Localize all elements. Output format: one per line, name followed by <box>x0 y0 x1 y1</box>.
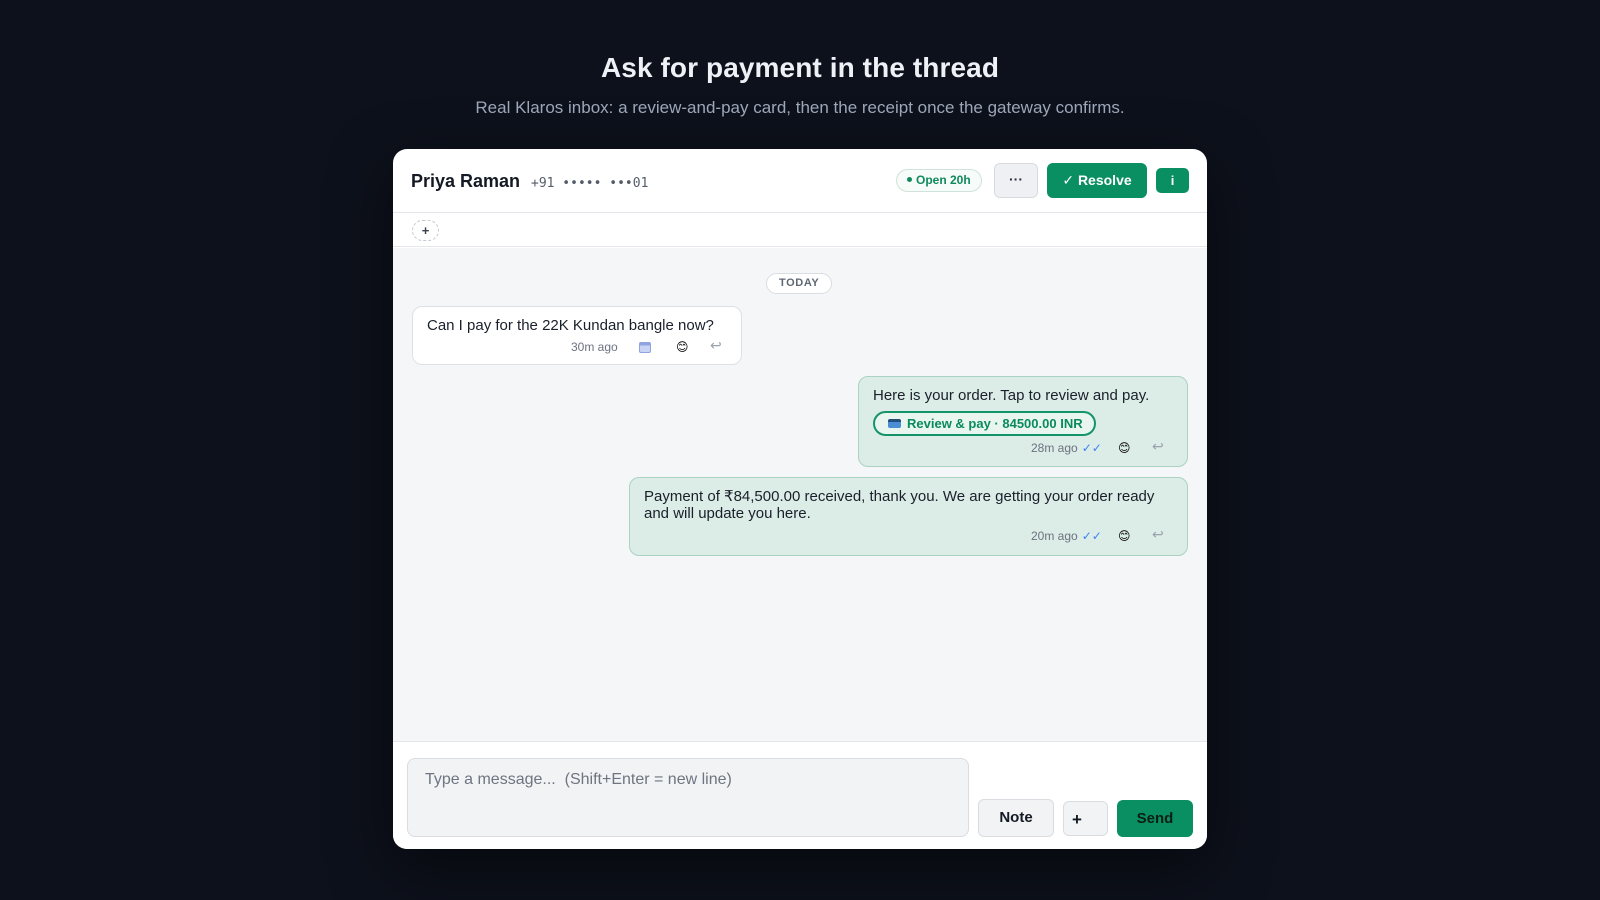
page-subtitle: Real Klaros inbox: a review-and-pay card… <box>475 98 1125 117</box>
review-and-pay-button[interactable]: Review & pay · 84500.00 INR <box>873 411 1096 436</box>
message-bubble-outgoing[interactable]: Payment of ₹84,500.00 received, thank yo… <box>629 477 1188 556</box>
message-time: 30m ago <box>571 340 618 354</box>
emoji-icon[interactable]: 😊 <box>676 340 689 354</box>
read-ticks-icon: ✓✓ <box>1081 529 1102 543</box>
day-separator: TODAY <box>766 273 833 294</box>
tag-bar: + <box>393 214 1207 247</box>
message-meta: 20m ago ✓✓ <box>1031 529 1102 547</box>
message-thread[interactable]: TODAY Can I pay for the 22K Kundan bangl… <box>393 248 1207 741</box>
status-badge: Open 20h <box>896 169 982 192</box>
info-button[interactable]: i <box>1156 168 1189 193</box>
composer: Note + Send <box>393 741 1207 849</box>
message-time: 20m ago <box>1031 529 1078 543</box>
message-text: Here is your order. Tap to review and pa… <box>873 387 1150 404</box>
credit-card-icon <box>888 419 901 429</box>
note-button[interactable]: Note <box>978 799 1054 837</box>
message-text: Payment of ₹84,500.00 received, thank yo… <box>644 488 1155 522</box>
calendar-icon[interactable] <box>639 341 651 353</box>
page-header: Ask for payment in the thread Real Klaro… <box>0 52 1600 118</box>
status-dot-icon <box>907 177 912 183</box>
message-bubble-incoming[interactable]: Can I pay for the 22K Kundan bangle now?… <box>412 306 742 365</box>
send-button[interactable]: Send <box>1117 800 1193 837</box>
reply-icon[interactable]: ↩ <box>1152 527 1164 541</box>
status-text: Open 20h <box>916 173 971 187</box>
message-bubble-outgoing[interactable]: Here is your order. Tap to review and pa… <box>858 376 1188 467</box>
read-ticks-icon: ✓✓ <box>1081 441 1102 455</box>
message-text: Can I pay for the 22K Kundan bangle now? <box>427 317 714 334</box>
emoji-icon[interactable]: 😊 <box>1118 441 1131 455</box>
conversation-header: Priya Raman +91 ••••• •••01 Open 20h ···… <box>393 159 1207 213</box>
more-options-button[interactable]: ··· <box>994 163 1038 198</box>
resolve-button[interactable]: ✓ Resolve <box>1047 163 1147 198</box>
emoji-icon[interactable]: 😊 <box>1118 529 1131 543</box>
message-time: 28m ago <box>1031 441 1078 455</box>
pay-chip-label: Review & pay · 84500.00 INR <box>907 416 1083 431</box>
contact-name[interactable]: Priya Raman <box>411 171 520 192</box>
message-meta: 28m ago ✓✓ <box>1031 441 1102 459</box>
page-title: Ask for payment in the thread <box>600 52 1000 83</box>
reply-icon[interactable]: ↩ <box>1152 439 1164 453</box>
add-tag-button[interactable]: + <box>412 220 439 241</box>
message-input[interactable] <box>407 758 969 837</box>
reply-icon[interactable]: ↩ <box>710 338 722 352</box>
contact-phone: +91 ••••• •••01 <box>531 176 649 191</box>
conversation-panel: Priya Raman +91 ••••• •••01 Open 20h ···… <box>393 149 1207 849</box>
attach-button[interactable]: + <box>1063 801 1108 836</box>
